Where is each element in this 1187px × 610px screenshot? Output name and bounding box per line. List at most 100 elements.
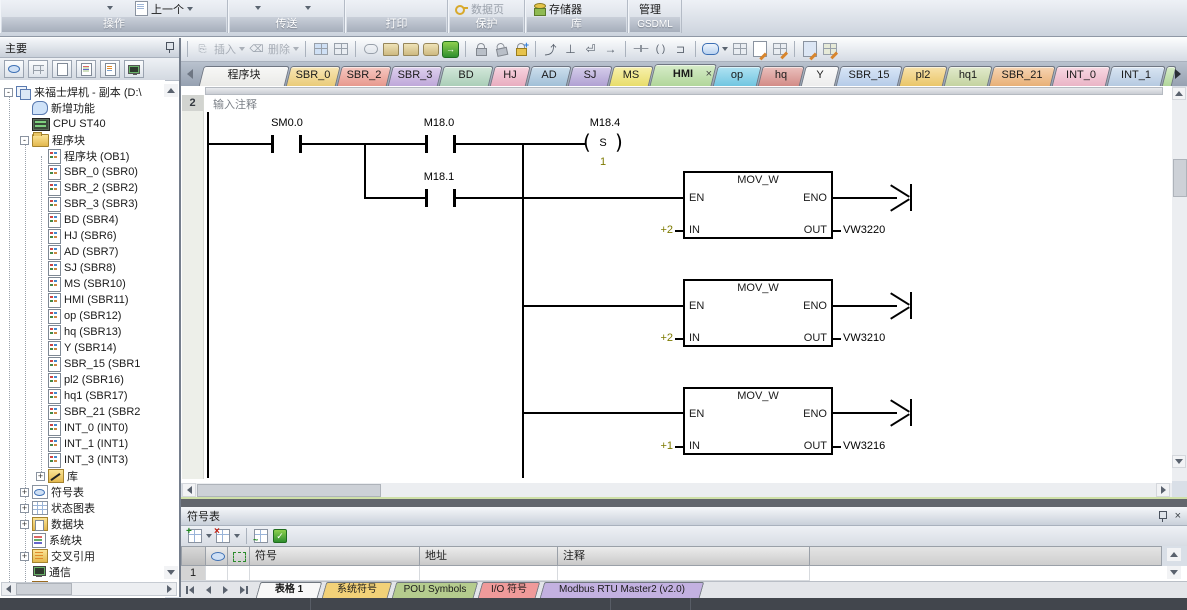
coil-tool-icon[interactable] xyxy=(362,41,379,58)
communication-icon[interactable] xyxy=(124,60,144,78)
first-table-icon[interactable] xyxy=(185,584,198,596)
delete-caret[interactable] xyxy=(293,47,299,51)
tree-item-hq1-SBR17-[interactable]: hq1 (SBR17) xyxy=(36,388,128,404)
address-tag-caret[interactable] xyxy=(722,47,728,51)
tree-item-符号表[interactable]: +符号表 xyxy=(20,484,84,500)
tree-item-SBR_2-SBR2-[interactable]: SBR_2 (SBR2) xyxy=(36,180,138,196)
pou-tab-程序块[interactable]: 程序块 xyxy=(201,66,287,86)
tree-item-系统块[interactable]: 系统块 xyxy=(20,532,82,548)
pou-tab-SBR_15[interactable]: SBR_15 xyxy=(838,66,900,86)
symbol-tab-POU-Symbols[interactable]: POU Symbols xyxy=(394,582,476,598)
symbol-close-icon[interactable]: × xyxy=(1175,510,1181,522)
network-comment[interactable]: 输入注释 xyxy=(213,96,257,112)
delete-label[interactable]: 删除 xyxy=(268,41,290,57)
symbol-icon-column[interactable] xyxy=(206,546,228,566)
previous-button[interactable]: 上一个 xyxy=(135,0,193,17)
symbol-cell[interactable] xyxy=(558,566,810,581)
mov-w-box[interactable]: MOV_W EN ENO IN OUT xyxy=(683,387,833,455)
bookmark-toggle-icon[interactable] xyxy=(422,41,439,58)
tree-item-HMI-SBR11-[interactable]: HMI (SBR11) xyxy=(36,292,129,308)
collapse-icon[interactable]: - xyxy=(4,88,13,97)
symbol-table-icon[interactable] xyxy=(4,60,24,78)
coil-right-paren[interactable]: ) xyxy=(615,130,623,154)
pou-tab-Y[interactable]: Y xyxy=(803,66,837,86)
branch-tee-icon[interactable]: ⊥ xyxy=(562,41,579,58)
delete-symbol-caret[interactable] xyxy=(234,534,240,538)
table-icon[interactable] xyxy=(731,41,748,58)
pou-tab-AD[interactable]: AD xyxy=(529,66,569,86)
collapse-icon[interactable]: - xyxy=(20,136,29,145)
panel-splitter[interactable] xyxy=(181,499,1187,507)
symbol-cell[interactable] xyxy=(250,566,420,581)
delete-icon[interactable]: ⌫ xyxy=(248,41,265,58)
pou-tab-hq1[interactable]: hq1 xyxy=(946,66,990,86)
transfer-caret-2[interactable] xyxy=(305,6,311,10)
network-number[interactable]: 2 xyxy=(182,95,203,111)
box-in-operand[interactable]: +2 xyxy=(643,332,673,344)
tab-scroll-right-icon[interactable] xyxy=(1175,69,1181,79)
pou-tab-MS[interactable]: MS xyxy=(611,66,651,86)
pou-tab-SBR_21[interactable]: SBR_21 xyxy=(991,66,1053,86)
coil-set-count[interactable]: 1 xyxy=(593,156,613,168)
tree-item-op-SBR12-[interactable]: op (SBR12) xyxy=(36,308,121,324)
next-table-icon[interactable] xyxy=(219,584,232,596)
tree-item-HJ-SBR6-[interactable]: HJ (SBR6) xyxy=(36,228,117,244)
pou-tab-SJ[interactable]: SJ xyxy=(570,66,610,86)
data-page-button[interactable]: 数据页 xyxy=(455,0,504,17)
pou-tab-HMI[interactable]: HMI× xyxy=(652,64,714,86)
apply-symbols-icon[interactable]: ✓ xyxy=(272,529,288,544)
network-select-icon[interactable] xyxy=(312,41,329,58)
line-up-icon[interactable]: ⏎ xyxy=(582,41,599,58)
tree-item-AD-SBR7-[interactable]: AD (SBR7) xyxy=(36,244,118,260)
symbol-tab-系统符号[interactable]: 系统符号 xyxy=(324,582,390,598)
edit-doc-icon[interactable] xyxy=(751,41,768,58)
box-in-operand[interactable]: +1 xyxy=(643,440,673,452)
previous-caret[interactable] xyxy=(187,7,193,11)
tree-scroll-right[interactable] xyxy=(163,583,176,595)
pou-tab-BD[interactable]: BD xyxy=(441,66,491,86)
tree-item-状态图表[interactable]: +状态图表 xyxy=(20,500,95,516)
goto-icon[interactable]: → xyxy=(442,41,459,58)
tab-scroll-left-icon[interactable] xyxy=(187,69,193,79)
insert-symbol-caret[interactable] xyxy=(206,534,212,538)
symbol-scroll-up[interactable] xyxy=(1167,548,1181,561)
lock-icon[interactable] xyxy=(472,41,489,58)
tree-item-数据块[interactable]: +数据块 xyxy=(20,516,84,532)
pou-tab-SBR_0[interactable]: SBR_0 xyxy=(288,66,338,86)
tree-item-CPU-ST40[interactable]: CPU ST40 xyxy=(20,116,106,132)
tree-item-库[interactable]: +库 xyxy=(36,468,78,484)
symbol-tab-表格-1[interactable]: 表格 1 xyxy=(258,582,320,598)
contact-operand[interactable]: M18.1 xyxy=(414,171,464,183)
ladder-vscroll-thumb[interactable] xyxy=(1173,159,1187,197)
ladder-scroll-right[interactable] xyxy=(1156,483,1170,497)
tree-item-SBR_15-SBR1[interactable]: SBR_15 (SBR1 xyxy=(36,356,140,372)
tree-item-INT_3-INT3-[interactable]: INT_3 (INT3) xyxy=(36,452,128,468)
table-edit-icon[interactable] xyxy=(771,41,788,58)
tree-item-SBR_21-SBR2[interactable]: SBR_21 (SBR2 xyxy=(36,404,140,420)
symbol-tab-Modbus-RTU-Master2-v2-0-[interactable]: Modbus RTU Master2 (v2.0) xyxy=(542,582,702,598)
coil-left-paren[interactable]: ( xyxy=(583,130,591,154)
status-chart-icon[interactable] xyxy=(28,60,48,78)
tree-scroll-down[interactable] xyxy=(164,566,178,579)
sort-symbols-icon[interactable]: ~ xyxy=(253,529,269,544)
insert-symbol-row-icon[interactable]: + xyxy=(187,529,203,544)
row-number[interactable]: 1 xyxy=(181,566,206,581)
box-in-operand[interactable]: +2 xyxy=(643,224,673,236)
manage-button[interactable]: 管理 xyxy=(639,0,661,17)
pou-tab-SBR_3[interactable]: SBR_3 xyxy=(390,66,440,86)
ladder-vscrollbar[interactable] xyxy=(1172,87,1187,481)
tree-scroll-left[interactable] xyxy=(2,583,15,595)
delete-symbol-row-icon[interactable]: × xyxy=(215,529,231,544)
insert-coil-icon[interactable]: ( ) xyxy=(652,41,669,58)
lock-add-icon[interactable]: + xyxy=(512,41,529,58)
tree-item-Y-SBR14-[interactable]: Y (SBR14) xyxy=(36,340,116,356)
contact-operand[interactable]: M18.0 xyxy=(414,117,464,129)
line-right-icon[interactable]: → xyxy=(602,41,619,58)
pou-edit-icon[interactable] xyxy=(801,41,818,58)
symbol-tab-I-O-符号[interactable]: I/O 符号 xyxy=(480,582,538,598)
insert-box-icon[interactable]: ⊐ xyxy=(672,41,689,58)
expand-icon[interactable]: + xyxy=(20,552,29,561)
contact-bar[interactable] xyxy=(271,135,274,153)
ladder-hscroll-thumb[interactable] xyxy=(197,484,381,497)
box-out-operand[interactable]: VW3210 xyxy=(843,332,903,344)
